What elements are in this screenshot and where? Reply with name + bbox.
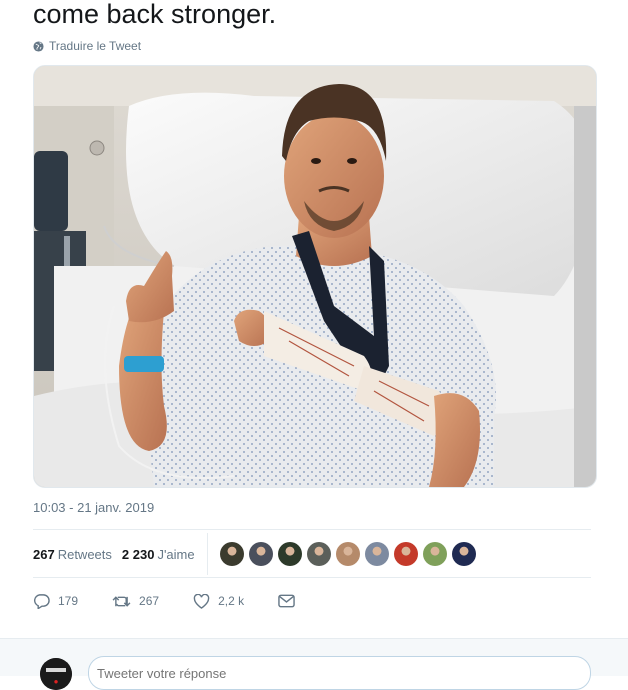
- globe-icon: [33, 40, 44, 52]
- tweet-timestamp[interactable]: 10:03 - 21 janv. 2019: [33, 500, 154, 515]
- retweet-icon: [112, 594, 131, 609]
- liker-avatar[interactable]: [335, 542, 360, 566]
- translate-label: Traduire le Tweet: [49, 39, 142, 53]
- reply-icon: [33, 593, 50, 609]
- retweets-count: 267: [33, 546, 55, 562]
- divider-top: [33, 529, 591, 530]
- tweet-photo[interactable]: [33, 65, 597, 488]
- liker-avatar[interactable]: [422, 542, 447, 566]
- liker-avatar[interactable]: [393, 542, 418, 566]
- svg-text:●: ●: [54, 677, 59, 686]
- envelope-icon: [278, 594, 295, 608]
- stats-separator: [206, 533, 208, 575]
- tweet-text: come back stronger.: [33, 0, 277, 29]
- likes-stat[interactable]: 2 230 J'aime: [122, 547, 195, 562]
- tweet-stats: 267 Retweets 2 230 J'aime: [33, 533, 591, 575]
- divider-bottom: [33, 577, 591, 578]
- retweets-stat[interactable]: 267 Retweets: [33, 547, 112, 562]
- liker-avatar[interactable]: [451, 542, 476, 566]
- liker-avatar[interactable]: [277, 542, 302, 566]
- retweets-label: Retweets: [57, 546, 112, 562]
- translate-tweet-link[interactable]: Traduire le Tweet: [33, 38, 141, 54]
- liker-avatars: [219, 542, 476, 566]
- user-avatar: ●: [40, 658, 72, 690]
- reply-button[interactable]: 179: [33, 593, 78, 609]
- heart-icon: [193, 593, 210, 609]
- likes-label: J'aime: [157, 546, 195, 562]
- reply-area: ●: [0, 638, 628, 690]
- liker-avatar[interactable]: [219, 542, 244, 566]
- retweet-count: 267: [139, 594, 160, 608]
- retweet-button[interactable]: 267: [112, 594, 159, 609]
- tweet-actions: 179 267 2,2 k: [33, 588, 329, 614]
- reply-input[interactable]: [88, 656, 591, 690]
- like-count: 2,2 k: [218, 594, 245, 608]
- liker-avatar[interactable]: [306, 542, 331, 566]
- reply-count: 179: [58, 594, 79, 608]
- liker-avatar[interactable]: [248, 542, 273, 566]
- liker-avatar[interactable]: [364, 542, 389, 566]
- likes-count: 2 230: [121, 546, 155, 562]
- like-button[interactable]: 2,2 k: [193, 593, 245, 609]
- direct-message-button[interactable]: [278, 594, 295, 608]
